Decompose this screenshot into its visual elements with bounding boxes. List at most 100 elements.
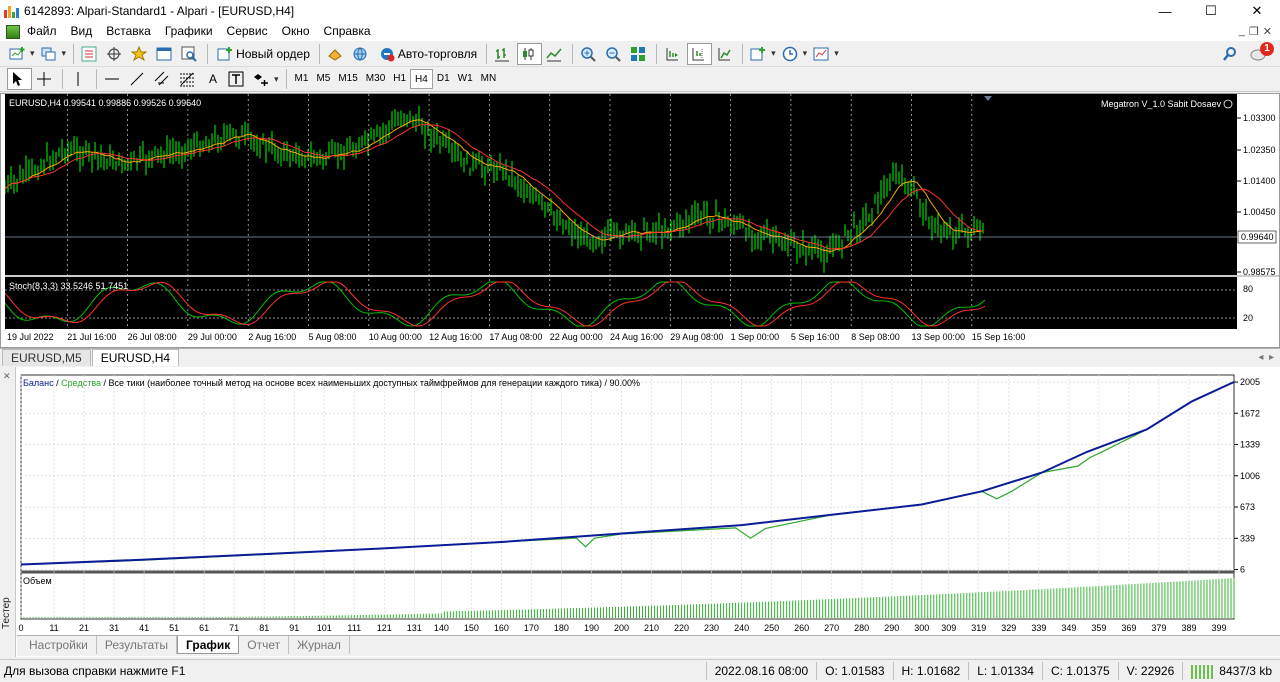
standard-toolbar: Новый ордер Авто-торговля 1 bbox=[0, 41, 1280, 67]
timeframe-d1[interactable]: D1 bbox=[433, 69, 454, 89]
templates-button[interactable] bbox=[811, 43, 841, 65]
tester-tab-graph[interactable]: График bbox=[177, 636, 240, 654]
mdi-restore-button[interactable]: ❐ bbox=[1249, 25, 1259, 38]
auto-trading-button[interactable]: Авто-торговля bbox=[375, 43, 481, 65]
equidistant-channel-button[interactable] bbox=[152, 68, 175, 90]
horizontal-line-button[interactable] bbox=[102, 68, 125, 90]
tester-tab-settings[interactable]: Настройки bbox=[21, 636, 97, 654]
candlestick-button[interactable] bbox=[517, 42, 543, 65]
price-level-label: 1.00450 bbox=[1243, 207, 1276, 217]
tester-tab-results[interactable]: Результаты bbox=[97, 636, 178, 654]
line-chart-icon bbox=[546, 48, 562, 61]
x-tick-label: 170 bbox=[524, 623, 539, 633]
profiles-button[interactable] bbox=[39, 43, 69, 65]
notifications-button[interactable]: 1 bbox=[1250, 41, 1274, 63]
market-watch-button[interactable] bbox=[79, 43, 102, 65]
autoscroll-icon bbox=[666, 47, 679, 60]
menu-window[interactable]: Окно bbox=[275, 22, 317, 41]
time-label: 10 Aug 00:00 bbox=[369, 332, 422, 342]
text-tool-button[interactable]: A bbox=[202, 68, 224, 90]
volume-label: Объем bbox=[23, 576, 52, 586]
tester-tab-journal[interactable]: Журнал bbox=[289, 636, 350, 654]
metaeditor-button[interactable] bbox=[325, 43, 348, 65]
menu-view[interactable]: Вид bbox=[64, 22, 100, 41]
fibonacci-button[interactable] bbox=[177, 68, 200, 90]
menu-charts[interactable]: Графики bbox=[158, 22, 220, 41]
crosshair-icon bbox=[37, 72, 51, 86]
signals-button[interactable] bbox=[350, 43, 373, 65]
tester-button[interactable] bbox=[179, 43, 202, 65]
menu-insert[interactable]: Вставка bbox=[99, 22, 158, 41]
time-label: 13 Sep 00:00 bbox=[912, 332, 966, 342]
new-order-plus-icon bbox=[217, 46, 233, 60]
chart-window-icon[interactable] bbox=[6, 24, 20, 39]
profiles-icon bbox=[41, 47, 56, 60]
tile-windows-button[interactable] bbox=[628, 43, 651, 65]
chart-shift-button[interactable] bbox=[687, 42, 713, 65]
chart-window[interactable]: EURUSD,H4 0.99541 0.99886 0.99526 0.9964… bbox=[0, 93, 1280, 348]
tester-x-axis: 0 11 21 31 41 51 61 71 81 91 101 111 121 131 140 150 160… bbox=[18, 623, 1226, 633]
toolbar-separator bbox=[318, 43, 320, 64]
chart-shift-icon bbox=[692, 47, 705, 60]
minimize-button[interactable]: — bbox=[1142, 0, 1188, 22]
x-tick-label: 91 bbox=[289, 623, 299, 633]
bar-chart-icon bbox=[495, 47, 510, 61]
mdi-minimize-button[interactable]: _ bbox=[1239, 25, 1245, 38]
vertical-line-button[interactable] bbox=[68, 68, 91, 90]
chart-tab-eurusd-m5[interactable]: EURUSD,M5 bbox=[2, 349, 91, 366]
notification-badge: 1 bbox=[1260, 41, 1274, 56]
timeframe-w1[interactable]: W1 bbox=[454, 69, 477, 89]
toolbar-separator bbox=[486, 43, 488, 64]
periods-button[interactable] bbox=[780, 43, 810, 65]
zoom-out-button[interactable] bbox=[603, 43, 626, 65]
zoom-in-button[interactable] bbox=[578, 43, 601, 65]
chart-tab-eurusd-h4[interactable]: EURUSD,H4 bbox=[91, 349, 180, 366]
tab-scroll-arrows[interactable]: ◂ ▸ bbox=[1258, 349, 1274, 366]
new-order-button[interactable]: Новый ордер bbox=[213, 43, 314, 65]
indicators-button[interactable] bbox=[748, 43, 778, 65]
text-label-button[interactable] bbox=[226, 68, 249, 90]
x-tick-label: 359 bbox=[1091, 623, 1106, 633]
data-window-button[interactable] bbox=[104, 43, 127, 65]
time-label: 26 Jul 08:00 bbox=[128, 332, 177, 342]
x-tick-label: 21 bbox=[79, 623, 89, 633]
trendline-button[interactable] bbox=[127, 68, 150, 90]
autoscroll-button[interactable] bbox=[662, 43, 685, 65]
terminal-button[interactable] bbox=[154, 43, 177, 65]
tester-close-icon[interactable]: ✕ bbox=[3, 371, 11, 382]
cursor-tool-button[interactable] bbox=[7, 68, 32, 90]
x-tick-label: 160 bbox=[494, 623, 509, 633]
status-connection[interactable]: 8437/3 kb bbox=[1182, 662, 1280, 680]
menu-help[interactable]: Справка bbox=[317, 22, 378, 41]
crosshair-tool-button[interactable] bbox=[34, 68, 57, 90]
x-tick-label: 290 bbox=[884, 623, 899, 633]
navigator-button[interactable] bbox=[129, 43, 152, 65]
shapes-button[interactable] bbox=[251, 68, 281, 90]
mdi-close-button[interactable]: ✕ bbox=[1263, 25, 1272, 38]
timeframe-h1[interactable]: H1 bbox=[389, 69, 410, 89]
line-chart-button[interactable] bbox=[544, 43, 567, 65]
new-chart-button[interactable] bbox=[7, 43, 37, 65]
timeframe-m15[interactable]: M15 bbox=[334, 69, 361, 89]
close-button[interactable]: ✕ bbox=[1234, 0, 1280, 22]
search-icon[interactable] bbox=[1222, 46, 1238, 62]
bar-chart-button[interactable] bbox=[492, 43, 515, 65]
timeframe-m1[interactable]: M1 bbox=[291, 69, 313, 89]
time-label: 5 Sep 16:00 bbox=[791, 332, 840, 342]
zoom-out-icon bbox=[606, 46, 621, 62]
maximize-button[interactable]: ☐ bbox=[1188, 0, 1234, 22]
tester-sidebar[interactable]: ✕ Тестер bbox=[0, 367, 16, 657]
period-separators-button[interactable] bbox=[714, 43, 737, 65]
x-tick-label: 111 bbox=[347, 623, 361, 633]
x-tick-label: 11 bbox=[49, 623, 58, 633]
menu-tools[interactable]: Сервис bbox=[220, 22, 275, 41]
stoch-level-label: 20 bbox=[1243, 313, 1253, 323]
timeframe-m30[interactable]: M30 bbox=[362, 69, 389, 89]
timeframe-m5[interactable]: M5 bbox=[312, 69, 334, 89]
menu-file[interactable]: Файл bbox=[20, 22, 64, 41]
tester-tab-report[interactable]: Отчет bbox=[239, 636, 290, 654]
x-tick-label: 270 bbox=[824, 623, 839, 633]
price-chart-canvas[interactable]: EURUSD,H4 0.99541 0.99886 0.99526 0.9964… bbox=[5, 94, 1279, 347]
timeframe-mn[interactable]: MN bbox=[477, 69, 501, 89]
timeframe-h4[interactable]: H4 bbox=[410, 69, 433, 89]
